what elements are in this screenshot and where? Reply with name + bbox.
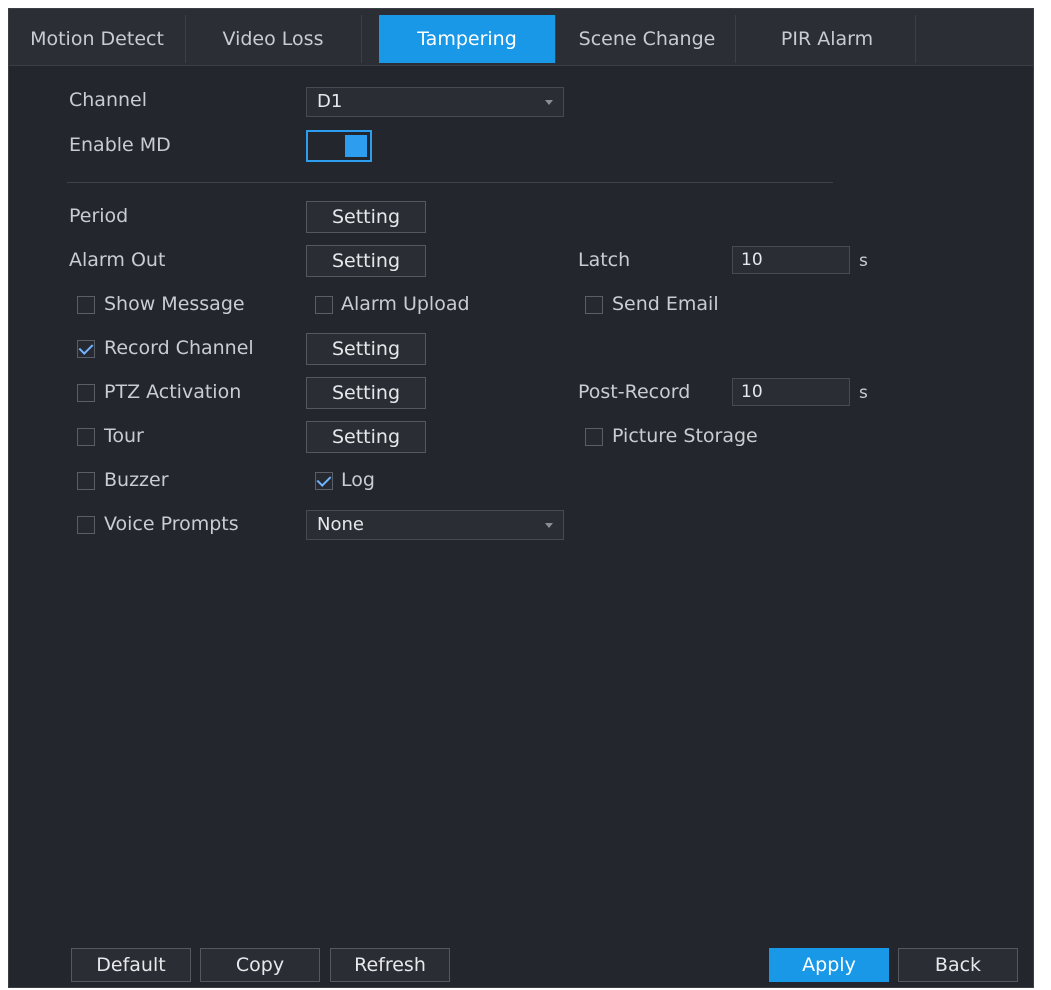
alarm-out-label: Alarm Out <box>69 249 166 271</box>
log-label: Log <box>341 469 375 491</box>
picture-storage-checkbox[interactable] <box>585 428 603 446</box>
channel-label: Channel <box>69 89 148 111</box>
latch-input[interactable]: 10 <box>732 246 850 274</box>
latch-unit: s <box>859 251 868 271</box>
tab-tampering[interactable]: Tampering <box>379 15 556 63</box>
picture-storage-label: Picture Storage <box>612 425 758 447</box>
tour-checkbox[interactable] <box>77 428 95 446</box>
alarm-upload-checkbox[interactable] <box>315 296 333 314</box>
period-label: Period <box>69 205 129 227</box>
record-channel-checkbox[interactable] <box>77 340 95 358</box>
tab-motion-detect[interactable]: Motion Detect <box>9 15 186 63</box>
ptz-activation-checkbox[interactable] <box>77 384 95 402</box>
record-channel-label: Record Channel <box>104 337 254 359</box>
tour-label: Tour <box>104 425 144 447</box>
chevron-down-icon <box>545 100 553 105</box>
toggle-knob <box>345 135 367 157</box>
tab-bar: Motion Detect Video Loss Tampering Scene… <box>9 9 1033 66</box>
back-button[interactable]: Back <box>898 948 1018 982</box>
default-button[interactable]: Default <box>71 948 191 982</box>
voice-prompts-checkbox[interactable] <box>77 516 95 534</box>
voice-prompts-select[interactable]: None <box>306 510 564 540</box>
copy-button[interactable]: Copy <box>200 948 320 982</box>
enable-md-toggle[interactable] <box>306 130 372 162</box>
record-channel-setting-button[interactable]: Setting <box>306 333 426 365</box>
alarm-upload-label: Alarm Upload <box>341 293 470 315</box>
buzzer-label: Buzzer <box>104 469 169 491</box>
send-email-checkbox[interactable] <box>585 296 603 314</box>
log-checkbox[interactable] <box>315 472 333 490</box>
channel-value: D1 <box>317 91 343 112</box>
period-setting-button[interactable]: Setting <box>306 201 426 233</box>
enable-md-label: Enable MD <box>69 134 171 156</box>
show-message-label: Show Message <box>104 293 245 315</box>
post-record-unit: s <box>859 383 868 403</box>
refresh-button[interactable]: Refresh <box>330 948 450 982</box>
voice-prompts-value: None <box>317 514 364 535</box>
post-record-label: Post-Record <box>578 381 691 403</box>
latch-label: Latch <box>578 249 631 271</box>
tour-setting-button[interactable]: Setting <box>306 421 426 453</box>
tab-video-loss[interactable]: Video Loss <box>185 15 362 63</box>
buzzer-checkbox[interactable] <box>77 472 95 490</box>
tab-pir-alarm[interactable]: PIR Alarm <box>739 15 916 63</box>
apply-button[interactable]: Apply <box>769 948 889 982</box>
alarm-out-setting-button[interactable]: Setting <box>306 245 426 277</box>
divider <box>67 182 833 183</box>
chevron-down-icon <box>545 523 553 528</box>
send-email-label: Send Email <box>612 293 719 315</box>
tab-scene-change[interactable]: Scene Change <box>559 15 736 63</box>
alarm-settings-panel: Motion Detect Video Loss Tampering Scene… <box>8 8 1034 988</box>
channel-select[interactable]: D1 <box>306 87 564 117</box>
show-message-checkbox[interactable] <box>77 296 95 314</box>
ptz-activation-label: PTZ Activation <box>104 381 242 403</box>
post-record-input[interactable]: 10 <box>732 378 850 406</box>
ptz-activation-setting-button[interactable]: Setting <box>306 377 426 409</box>
voice-prompts-label: Voice Prompts <box>104 513 239 535</box>
